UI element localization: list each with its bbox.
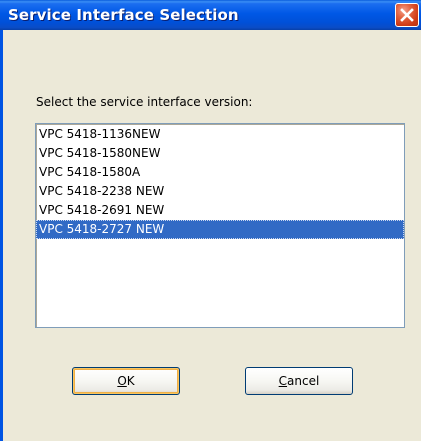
window-title: Service Interface Selection (8, 6, 239, 24)
title-bar[interactable]: Service Interface Selection (0, 0, 421, 30)
ok-label-rest: K (126, 374, 135, 388)
cancel-label-rest: ancel (287, 374, 320, 388)
close-icon (400, 8, 414, 22)
cancel-mnemonic: C (278, 374, 288, 388)
cancel-button-label: Cancel (279, 368, 320, 394)
ok-mnemonic: O (117, 374, 127, 388)
list-item[interactable]: VPC 5418-2238 NEW (36, 182, 404, 201)
version-listbox[interactable]: VPC 5418-1136NEW VPC 5418-1580NEW VPC 54… (35, 123, 405, 328)
list-item[interactable]: VPC 5418-1580A (36, 163, 404, 182)
window-frame-left (0, 30, 3, 441)
ok-button-label: OK (117, 368, 134, 394)
list-item[interactable]: VPC 5418-1580NEW (36, 144, 404, 163)
list-item-selected[interactable]: VPC 5418-2727 NEW (36, 220, 404, 239)
list-item[interactable]: VPC 5418-2691 NEW (36, 201, 404, 220)
ok-button[interactable]: OK (72, 367, 180, 395)
cancel-button[interactable]: Cancel (245, 367, 353, 395)
service-interface-dialog: Service Interface Selection Select the s… (0, 0, 421, 441)
list-item[interactable]: VPC 5418-1136NEW (36, 125, 404, 144)
close-button[interactable] (395, 3, 419, 27)
selection-prompt: Select the service interface version: (36, 95, 253, 109)
